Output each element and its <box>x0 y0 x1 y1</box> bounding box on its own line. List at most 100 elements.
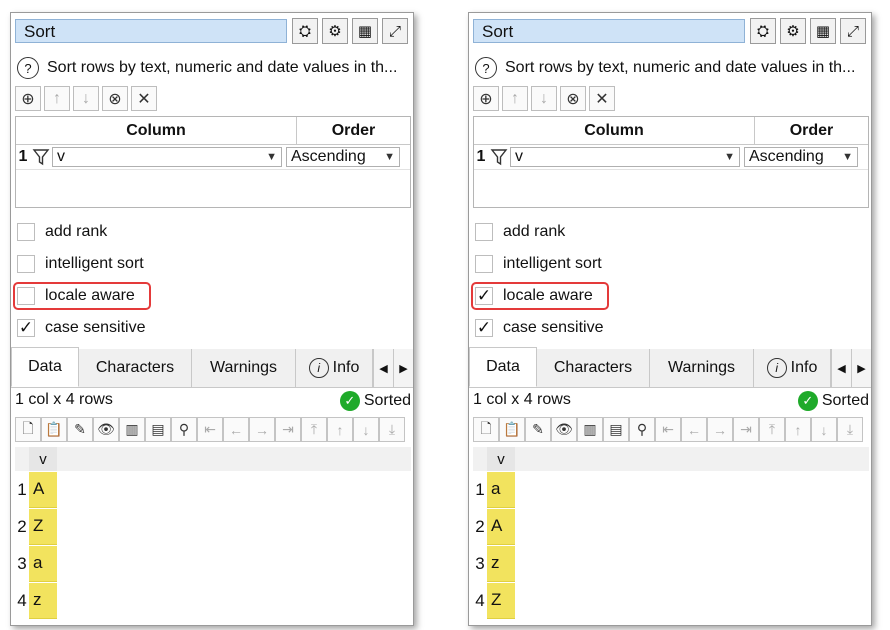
columns-icon[interactable]: ▥ <box>577 417 603 442</box>
add-icon[interactable]: ⊕ <box>473 86 499 111</box>
add-icon[interactable]: ⊕ <box>15 86 41 111</box>
filter-icon[interactable] <box>30 148 52 166</box>
first-row-icon[interactable]: ⤒ <box>759 417 785 442</box>
sorted-status: ✓ Sorted <box>339 391 411 411</box>
last-row-icon[interactable]: ⤓ <box>837 417 863 442</box>
column-v-header[interactable]: v <box>487 447 515 471</box>
paste-icon[interactable]: 📋 <box>41 417 67 442</box>
prev-row-icon[interactable]: ↑ <box>327 417 353 442</box>
title-field[interactable]: Sort <box>473 19 745 43</box>
add-rank-checkbox[interactable] <box>475 223 493 241</box>
rows-icon[interactable]: ▤ <box>145 417 171 442</box>
intelligent-sort-checkbox[interactable] <box>17 255 35 273</box>
dropdown-arrow-icon: ▼ <box>384 151 395 163</box>
help-icon[interactable]: ? <box>17 57 39 79</box>
tab-scroll-left-icon[interactable]: ◀ <box>831 349 851 387</box>
table-cell[interactable]: a <box>487 471 515 508</box>
prev-column-icon[interactable]: ← <box>223 417 249 442</box>
column-select[interactable]: v ▼ <box>510 147 740 167</box>
case-sensitive-option[interactable]: ✓ case sensitive <box>475 312 604 344</box>
first-row-icon[interactable]: ⤒ <box>301 417 327 442</box>
table-cell[interactable]: z <box>29 582 57 619</box>
column-v-header[interactable]: v <box>29 447 57 471</box>
intelligent-sort-option[interactable]: intelligent sort <box>17 248 146 280</box>
next-row-icon[interactable]: ↓ <box>353 417 379 442</box>
new-doc-icon[interactable]: 🗋 <box>15 417 41 442</box>
close-icon[interactable]: ✕ <box>131 86 157 111</box>
tab-characters[interactable]: Characters <box>79 349 192 387</box>
remove-icon[interactable]: ⊗ <box>102 86 128 111</box>
filter-icon[interactable]: ⚲ <box>171 417 197 442</box>
paste-icon[interactable]: 📋 <box>499 417 525 442</box>
case-sensitive-option[interactable]: ✓ case sensitive <box>17 312 146 344</box>
up-arrow-icon[interactable]: ↑ <box>44 86 70 111</box>
prev-row-icon[interactable]: ↑ <box>785 417 811 442</box>
table-icon[interactable]: ▦ <box>352 18 378 44</box>
intelligent-sort-option[interactable]: intelligent sort <box>475 248 604 280</box>
next-column-icon[interactable]: → <box>707 417 733 442</box>
table-cell[interactable]: Z <box>487 582 515 619</box>
title-field[interactable]: Sort <box>15 19 287 43</box>
last-row-icon[interactable]: ⤓ <box>379 417 405 442</box>
edit-icon[interactable]: ✎ <box>67 417 93 442</box>
sort-table-header: Column Order <box>474 117 868 145</box>
node-icon[interactable]: ⛭ <box>750 18 776 44</box>
node-icon[interactable]: ⛭ <box>292 18 318 44</box>
tab-info[interactable]: i Info <box>754 349 831 387</box>
case-sensitive-checkbox[interactable]: ✓ <box>475 318 493 337</box>
edit-icon[interactable]: ✎ <box>525 417 551 442</box>
first-column-icon[interactable]: ⇤ <box>197 417 223 442</box>
tab-info[interactable]: i Info <box>296 349 373 387</box>
next-row-icon[interactable]: ↓ <box>811 417 837 442</box>
new-doc-icon[interactable]: 🗋 <box>473 417 499 442</box>
up-arrow-icon[interactable]: ↑ <box>502 86 528 111</box>
order-select[interactable]: Ascending ▼ <box>744 147 858 167</box>
first-column-icon[interactable]: ⇤ <box>655 417 681 442</box>
sort-row: 1 v ▼ Ascending ▼ <box>474 145 868 170</box>
prev-column-icon[interactable]: ← <box>681 417 707 442</box>
down-arrow-icon[interactable]: ↓ <box>531 86 557 111</box>
last-column-icon[interactable]: ⇥ <box>275 417 301 442</box>
last-column-icon[interactable]: ⇥ <box>733 417 759 442</box>
table-cell[interactable]: z <box>487 545 515 582</box>
case-sensitive-checkbox[interactable]: ✓ <box>17 318 35 337</box>
eye-icon[interactable]: 👁 <box>551 417 577 442</box>
table-cell[interactable]: Z <box>29 508 57 545</box>
help-icon[interactable]: ? <box>475 57 497 79</box>
table-row: 3 z <box>473 545 869 582</box>
add-rank-option[interactable]: add rank <box>475 216 604 248</box>
tab-characters[interactable]: Characters <box>537 349 650 387</box>
order-select[interactable]: Ascending ▼ <box>286 147 400 167</box>
filter-icon[interactable]: ⚲ <box>629 417 655 442</box>
table-cell[interactable]: A <box>29 471 57 508</box>
next-column-icon[interactable]: → <box>249 417 275 442</box>
dropdown-arrow-icon: ▼ <box>842 151 853 163</box>
tab-scroll-right-icon[interactable]: ▶ <box>393 349 413 387</box>
add-rank-checkbox[interactable] <box>17 223 35 241</box>
locale-aware-option[interactable]: locale aware <box>13 280 151 312</box>
table-cell[interactable]: A <box>487 508 515 545</box>
filter-icon[interactable] <box>488 148 510 166</box>
close-icon[interactable]: ✕ <box>589 86 615 111</box>
add-rank-option[interactable]: add rank <box>17 216 146 248</box>
expand-icon[interactable]: ⤢ <box>840 18 866 44</box>
tab-scroll-left-icon[interactable]: ◀ <box>373 349 393 387</box>
expand-icon[interactable]: ⤢ <box>382 18 408 44</box>
tab-warnings[interactable]: Warnings <box>192 349 296 387</box>
down-arrow-icon[interactable]: ↓ <box>73 86 99 111</box>
intelligent-sort-checkbox[interactable] <box>475 255 493 273</box>
gear-icon[interactable]: ⚙ <box>780 18 806 44</box>
tab-warnings[interactable]: Warnings <box>650 349 754 387</box>
table-icon[interactable]: ▦ <box>810 18 836 44</box>
remove-icon[interactable]: ⊗ <box>560 86 586 111</box>
gear-icon[interactable]: ⚙ <box>322 18 348 44</box>
eye-icon[interactable]: 👁 <box>93 417 119 442</box>
rows-icon[interactable]: ▤ <box>603 417 629 442</box>
tab-data[interactable]: Data <box>469 347 537 387</box>
table-cell[interactable]: a <box>29 545 57 582</box>
columns-icon[interactable]: ▥ <box>119 417 145 442</box>
column-select[interactable]: v ▼ <box>52 147 282 167</box>
tab-data[interactable]: Data <box>11 347 79 387</box>
tab-scroll-right-icon[interactable]: ▶ <box>851 349 871 387</box>
locale-aware-option[interactable]: ✓ locale aware <box>471 280 609 312</box>
